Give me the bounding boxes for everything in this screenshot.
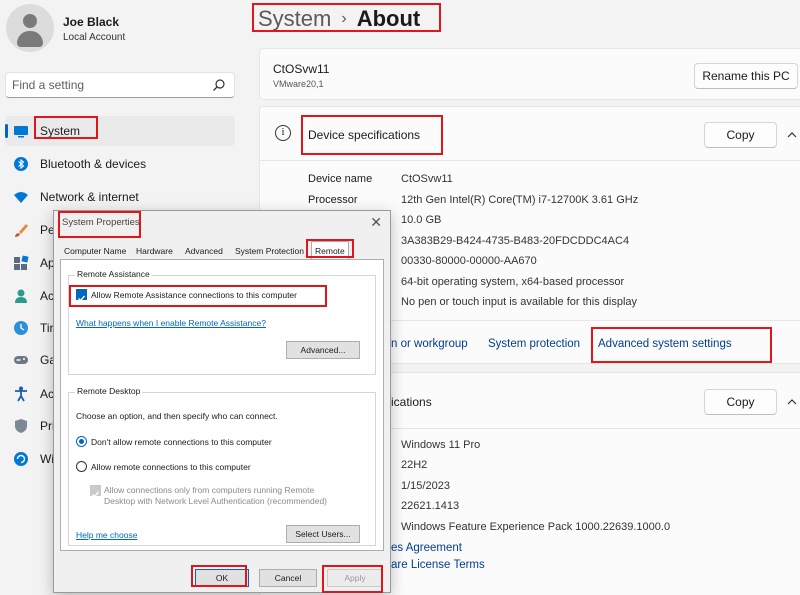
remote-assistance-help-link[interactable]: What happens when I enable Remote Assist… [76,318,266,328]
check-icon [92,491,100,498]
remote-assistance-label: Remote Assistance [75,269,152,279]
sidebar-item-network[interactable]: Network & internet [5,182,235,212]
chevron-up-icon[interactable] [787,397,797,407]
license-terms-link[interactable]: are License Terms [391,559,485,571]
sidebar-item-label: Ac [40,289,55,303]
info-icon: i [275,125,291,141]
person-icon [15,289,27,303]
domain-workgroup-link[interactable]: n or workgroup [391,338,468,350]
dialog-tabs: Computer Name Hardware Advanced System P… [60,241,360,260]
breadcrumb-current: About [356,6,421,31]
system-properties-dialog: System Properties ✕ Computer Name Hardwa… [53,210,391,593]
tab-remote[interactable]: Remote [311,241,349,260]
monitor-icon [14,126,28,138]
allow-remote-radio[interactable] [76,461,87,472]
spec-value: 64-bit operating system, x64-based proce… [401,276,625,288]
rename-pc-button[interactable]: Rename this PC [694,63,798,89]
cancel-button[interactable]: Cancel [259,569,317,587]
pc-name: CtOSvw11 [273,62,330,76]
spec-value: 1/15/2023 [401,480,450,492]
windows-specs-title[interactable]: ications [391,395,432,409]
tab-system-protection[interactable]: System Protection [235,243,304,259]
sidebar-item-bluetooth[interactable]: Bluetooth & devices [5,149,235,179]
sidebar-item-label: Wi [40,452,54,466]
update-icon [14,452,28,466]
sidebar-item-system[interactable]: System [5,116,235,146]
nla-label-line2: Desktop with Network Level Authenticatio… [104,496,327,506]
copy-device-specs-button[interactable]: Copy [704,122,777,148]
remote-assistance-group: Remote Assistance Allow Remote Assistanc… [68,269,376,375]
divider [259,160,800,161]
spec-value: 12th Gen Intel(R) Core(TM) i7-12700K 3.6… [401,194,639,206]
spec-value: No pen or touch input is available for t… [401,296,638,308]
gamepad-icon [14,356,28,364]
apply-button[interactable]: Apply [327,569,383,587]
remote-desktop-group: Remote Desktop Choose an option, and the… [68,386,376,546]
remote-desktop-description: Choose an option, and then specify who c… [76,411,278,421]
user-profile[interactable]: Joe Black Local Account [4,2,244,52]
breadcrumb-system[interactable]: System [258,6,331,31]
select-users-button[interactable]: Select Users... [286,525,360,543]
nla-checkbox[interactable] [90,485,101,498]
check-icon [78,295,86,302]
search-input[interactable] [12,77,202,93]
accessibility-icon [15,386,27,402]
sidebar-item-label: Ac [40,387,55,401]
sidebar-item-label: Bluetooth & devices [40,157,147,171]
copy-windows-specs-button[interactable]: Copy [704,389,777,415]
dont-allow-label[interactable]: Don't allow remote connections to this c… [91,437,272,447]
breadcrumb-separator: › [341,10,347,27]
device-specs-title[interactable]: Device specifications [308,128,420,142]
dont-allow-radio[interactable] [76,436,87,447]
services-agreement-link[interactable]: es Agreement [391,542,462,554]
pc-model: VMware20,1 [273,79,324,89]
account-type: Local Account [63,32,126,43]
advanced-button[interactable]: Advanced... [286,341,360,359]
advanced-system-settings-link[interactable]: Advanced system settings [598,338,732,350]
brush-icon [15,224,28,237]
tab-hardware[interactable]: Hardware [136,243,173,259]
spec-value: 22621.1413 [401,500,460,512]
clock-icon [14,321,28,335]
sidebar-item-label: System [40,124,81,138]
search-box[interactable] [5,72,235,98]
shield-icon [15,419,27,433]
chevron-up-icon[interactable] [787,130,797,140]
spec-label: Device name [308,173,373,185]
wifi-icon [14,192,28,203]
search-icon[interactable] [212,78,226,92]
apps-icon [14,255,29,270]
ok-button[interactable]: OK [195,569,249,587]
sidebar-item-label: Tir [40,321,54,335]
avatar [6,4,54,52]
allow-remote-label[interactable]: Allow remote connections to this compute… [91,462,251,472]
active-indicator [5,124,8,138]
allow-remote-assistance-checkbox[interactable] [76,289,87,302]
sidebar-item-label: Network & internet [40,190,139,204]
spec-value: CtOSvw11 [401,173,453,185]
system-protection-link[interactable]: System protection [488,338,580,350]
remote-desktop-label: Remote Desktop [75,386,143,396]
spec-value: Windows Feature Experience Pack 1000.226… [401,521,671,533]
dialog-title: System Properties [62,217,140,228]
spec-label: Processor [308,194,358,206]
help-me-choose-link[interactable]: Help me choose [76,530,137,540]
spec-value: 00330-80000-00000-AA670 [401,255,537,267]
spec-value: 3A383B29-B424-4735-B483-20FDCDDC4AC4 [401,235,630,247]
spec-value: 10.0 GB [401,214,442,226]
tab-advanced[interactable]: Advanced [185,243,223,259]
spec-value: 22H2 [401,459,428,471]
remote-tab-panel: Remote Assistance Allow Remote Assistanc… [60,259,384,551]
page-title: System › About [258,6,420,32]
close-icon[interactable]: ✕ [370,214,382,231]
nla-label-line1: Allow connections only from computers ru… [104,485,315,495]
tab-computer-name[interactable]: Computer Name [64,243,126,259]
spec-value: Windows 11 Pro [401,439,481,451]
user-name: Joe Black [63,15,120,29]
allow-remote-assistance-label[interactable]: Allow Remote Assistance connections to t… [91,290,297,300]
bluetooth-icon [14,157,28,171]
